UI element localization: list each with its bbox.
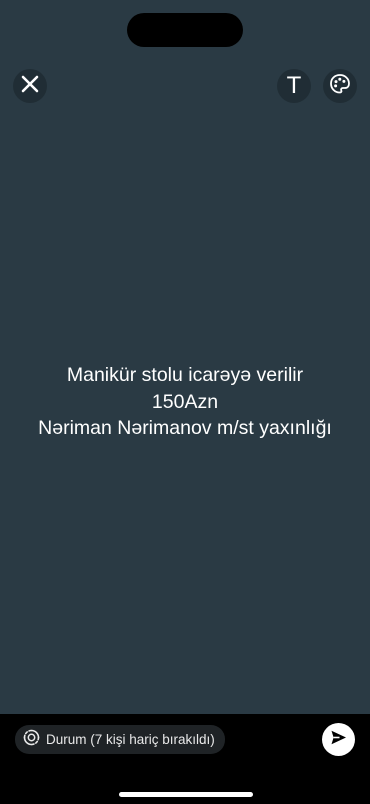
status-audience-label: Durum (7 kişi hariç bırakıldı) xyxy=(46,732,215,747)
status-text-line: Nəriman Nərimanov m/st yaxınlığı xyxy=(38,417,332,439)
close-button[interactable] xyxy=(13,69,47,103)
bottom-bar: Durum (7 kişi hariç bırakıldı) xyxy=(0,714,370,804)
status-text-line: Manikür stolu icarəyə verilir xyxy=(66,364,304,386)
send-icon xyxy=(329,728,348,752)
status-canvas[interactable]: T Manikür stolu icarəyə verilir 150Azn N… xyxy=(0,0,370,714)
text-tool-button[interactable]: T xyxy=(277,69,311,103)
send-button[interactable] xyxy=(322,723,355,756)
home-indicator[interactable] xyxy=(119,792,253,797)
text-tool-icon: T xyxy=(286,72,302,99)
close-icon xyxy=(21,75,39,98)
status-audience-button[interactable]: Durum (7 kişi hariç bırakıldı) xyxy=(15,725,225,754)
status-text[interactable]: Manikür stolu icarəyə verilir 150Azn Nər… xyxy=(0,362,370,442)
palette-icon xyxy=(329,73,351,100)
dynamic-island xyxy=(127,13,243,47)
color-palette-button[interactable] xyxy=(323,69,357,103)
status-text-line: 150Azn xyxy=(151,390,219,413)
status-composer-screen: T Manikür stolu icarəyə verilir 150Azn N… xyxy=(0,0,370,804)
status-privacy-icon xyxy=(23,729,40,751)
